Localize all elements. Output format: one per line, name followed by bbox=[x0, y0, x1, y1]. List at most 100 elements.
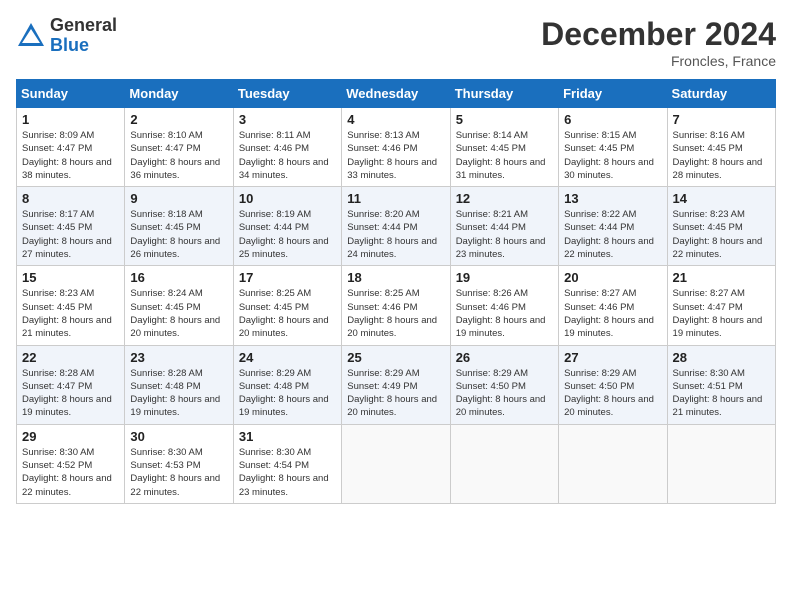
day-info: Sunrise: 8:27 AM Sunset: 4:47 PM Dayligh… bbox=[673, 287, 770, 340]
day-number: 26 bbox=[456, 350, 553, 365]
calendar-cell: 25 Sunrise: 8:29 AM Sunset: 4:49 PM Dayl… bbox=[342, 345, 450, 424]
day-number: 15 bbox=[22, 270, 119, 285]
calendar-week-1: 1 Sunrise: 8:09 AM Sunset: 4:47 PM Dayli… bbox=[17, 108, 776, 187]
day-info: Sunrise: 8:14 AM Sunset: 4:45 PM Dayligh… bbox=[456, 129, 553, 182]
calendar-cell: 27 Sunrise: 8:29 AM Sunset: 4:50 PM Dayl… bbox=[559, 345, 667, 424]
day-info: Sunrise: 8:30 AM Sunset: 4:54 PM Dayligh… bbox=[239, 446, 336, 499]
day-info: Sunrise: 8:22 AM Sunset: 4:44 PM Dayligh… bbox=[564, 208, 661, 261]
day-number: 4 bbox=[347, 112, 444, 127]
day-number: 23 bbox=[130, 350, 227, 365]
calendar-cell bbox=[559, 424, 667, 503]
day-info: Sunrise: 8:30 AM Sunset: 4:51 PM Dayligh… bbox=[673, 367, 770, 420]
day-info: Sunrise: 8:23 AM Sunset: 4:45 PM Dayligh… bbox=[22, 287, 119, 340]
day-info: Sunrise: 8:15 AM Sunset: 4:45 PM Dayligh… bbox=[564, 129, 661, 182]
day-info: Sunrise: 8:23 AM Sunset: 4:45 PM Dayligh… bbox=[673, 208, 770, 261]
weekday-header-thursday: Thursday bbox=[450, 80, 558, 108]
day-number: 17 bbox=[239, 270, 336, 285]
day-number: 2 bbox=[130, 112, 227, 127]
day-info: Sunrise: 8:29 AM Sunset: 4:50 PM Dayligh… bbox=[564, 367, 661, 420]
logo-text: General Blue bbox=[50, 16, 117, 56]
page-header: General Blue December 2024 Froncles, Fra… bbox=[16, 16, 776, 69]
day-number: 20 bbox=[564, 270, 661, 285]
day-info: Sunrise: 8:28 AM Sunset: 4:47 PM Dayligh… bbox=[22, 367, 119, 420]
month-title: December 2024 bbox=[541, 16, 776, 53]
day-info: Sunrise: 8:16 AM Sunset: 4:45 PM Dayligh… bbox=[673, 129, 770, 182]
day-info: Sunrise: 8:25 AM Sunset: 4:45 PM Dayligh… bbox=[239, 287, 336, 340]
day-number: 11 bbox=[347, 191, 444, 206]
day-info: Sunrise: 8:20 AM Sunset: 4:44 PM Dayligh… bbox=[347, 208, 444, 261]
day-info: Sunrise: 8:30 AM Sunset: 4:53 PM Dayligh… bbox=[130, 446, 227, 499]
weekday-header-wednesday: Wednesday bbox=[342, 80, 450, 108]
day-info: Sunrise: 8:24 AM Sunset: 4:45 PM Dayligh… bbox=[130, 287, 227, 340]
day-info: Sunrise: 8:09 AM Sunset: 4:47 PM Dayligh… bbox=[22, 129, 119, 182]
day-info: Sunrise: 8:21 AM Sunset: 4:44 PM Dayligh… bbox=[456, 208, 553, 261]
day-number: 8 bbox=[22, 191, 119, 206]
calendar-cell: 26 Sunrise: 8:29 AM Sunset: 4:50 PM Dayl… bbox=[450, 345, 558, 424]
day-number: 14 bbox=[673, 191, 770, 206]
day-info: Sunrise: 8:29 AM Sunset: 4:49 PM Dayligh… bbox=[347, 367, 444, 420]
calendar-week-2: 8 Sunrise: 8:17 AM Sunset: 4:45 PM Dayli… bbox=[17, 187, 776, 266]
calendar-cell: 14 Sunrise: 8:23 AM Sunset: 4:45 PM Dayl… bbox=[667, 187, 775, 266]
weekday-header-saturday: Saturday bbox=[667, 80, 775, 108]
day-info: Sunrise: 8:29 AM Sunset: 4:50 PM Dayligh… bbox=[456, 367, 553, 420]
calendar-cell bbox=[342, 424, 450, 503]
calendar-cell: 8 Sunrise: 8:17 AM Sunset: 4:45 PM Dayli… bbox=[17, 187, 125, 266]
day-number: 25 bbox=[347, 350, 444, 365]
day-number: 10 bbox=[239, 191, 336, 206]
calendar-cell: 23 Sunrise: 8:28 AM Sunset: 4:48 PM Dayl… bbox=[125, 345, 233, 424]
day-number: 3 bbox=[239, 112, 336, 127]
weekday-header-sunday: Sunday bbox=[17, 80, 125, 108]
day-number: 30 bbox=[130, 429, 227, 444]
calendar-cell: 24 Sunrise: 8:29 AM Sunset: 4:48 PM Dayl… bbox=[233, 345, 341, 424]
calendar-cell: 11 Sunrise: 8:20 AM Sunset: 4:44 PM Dayl… bbox=[342, 187, 450, 266]
calendar-week-5: 29 Sunrise: 8:30 AM Sunset: 4:52 PM Dayl… bbox=[17, 424, 776, 503]
day-number: 5 bbox=[456, 112, 553, 127]
day-info: Sunrise: 8:25 AM Sunset: 4:46 PM Dayligh… bbox=[347, 287, 444, 340]
calendar-cell: 30 Sunrise: 8:30 AM Sunset: 4:53 PM Dayl… bbox=[125, 424, 233, 503]
calendar-cell bbox=[450, 424, 558, 503]
day-number: 24 bbox=[239, 350, 336, 365]
calendar-cell: 29 Sunrise: 8:30 AM Sunset: 4:52 PM Dayl… bbox=[17, 424, 125, 503]
calendar-cell: 21 Sunrise: 8:27 AM Sunset: 4:47 PM Dayl… bbox=[667, 266, 775, 345]
calendar-table: SundayMondayTuesdayWednesdayThursdayFrid… bbox=[16, 79, 776, 504]
day-number: 31 bbox=[239, 429, 336, 444]
logo: General Blue bbox=[16, 16, 117, 56]
calendar-cell: 10 Sunrise: 8:19 AM Sunset: 4:44 PM Dayl… bbox=[233, 187, 341, 266]
calendar-week-4: 22 Sunrise: 8:28 AM Sunset: 4:47 PM Dayl… bbox=[17, 345, 776, 424]
calendar-cell: 19 Sunrise: 8:26 AM Sunset: 4:46 PM Dayl… bbox=[450, 266, 558, 345]
calendar-cell: 20 Sunrise: 8:27 AM Sunset: 4:46 PM Dayl… bbox=[559, 266, 667, 345]
calendar-cell: 31 Sunrise: 8:30 AM Sunset: 4:54 PM Dayl… bbox=[233, 424, 341, 503]
day-number: 9 bbox=[130, 191, 227, 206]
day-number: 6 bbox=[564, 112, 661, 127]
day-info: Sunrise: 8:13 AM Sunset: 4:46 PM Dayligh… bbox=[347, 129, 444, 182]
calendar-cell: 28 Sunrise: 8:30 AM Sunset: 4:51 PM Dayl… bbox=[667, 345, 775, 424]
day-number: 12 bbox=[456, 191, 553, 206]
day-number: 18 bbox=[347, 270, 444, 285]
calendar-cell: 5 Sunrise: 8:14 AM Sunset: 4:45 PM Dayli… bbox=[450, 108, 558, 187]
day-info: Sunrise: 8:26 AM Sunset: 4:46 PM Dayligh… bbox=[456, 287, 553, 340]
day-number: 21 bbox=[673, 270, 770, 285]
day-info: Sunrise: 8:19 AM Sunset: 4:44 PM Dayligh… bbox=[239, 208, 336, 261]
day-info: Sunrise: 8:10 AM Sunset: 4:47 PM Dayligh… bbox=[130, 129, 227, 182]
day-info: Sunrise: 8:28 AM Sunset: 4:48 PM Dayligh… bbox=[130, 367, 227, 420]
day-number: 13 bbox=[564, 191, 661, 206]
weekday-header-friday: Friday bbox=[559, 80, 667, 108]
day-number: 29 bbox=[22, 429, 119, 444]
day-info: Sunrise: 8:30 AM Sunset: 4:52 PM Dayligh… bbox=[22, 446, 119, 499]
weekday-header-monday: Monday bbox=[125, 80, 233, 108]
day-number: 22 bbox=[22, 350, 119, 365]
calendar-week-3: 15 Sunrise: 8:23 AM Sunset: 4:45 PM Dayl… bbox=[17, 266, 776, 345]
calendar-cell: 6 Sunrise: 8:15 AM Sunset: 4:45 PM Dayli… bbox=[559, 108, 667, 187]
title-block: December 2024 Froncles, France bbox=[541, 16, 776, 69]
calendar-cell: 9 Sunrise: 8:18 AM Sunset: 4:45 PM Dayli… bbox=[125, 187, 233, 266]
calendar-cell: 15 Sunrise: 8:23 AM Sunset: 4:45 PM Dayl… bbox=[17, 266, 125, 345]
calendar-cell: 2 Sunrise: 8:10 AM Sunset: 4:47 PM Dayli… bbox=[125, 108, 233, 187]
day-info: Sunrise: 8:27 AM Sunset: 4:46 PM Dayligh… bbox=[564, 287, 661, 340]
weekday-header-row: SundayMondayTuesdayWednesdayThursdayFrid… bbox=[17, 80, 776, 108]
day-number: 1 bbox=[22, 112, 119, 127]
calendar-cell bbox=[667, 424, 775, 503]
calendar-cell: 16 Sunrise: 8:24 AM Sunset: 4:45 PM Dayl… bbox=[125, 266, 233, 345]
day-number: 7 bbox=[673, 112, 770, 127]
day-number: 19 bbox=[456, 270, 553, 285]
day-number: 27 bbox=[564, 350, 661, 365]
